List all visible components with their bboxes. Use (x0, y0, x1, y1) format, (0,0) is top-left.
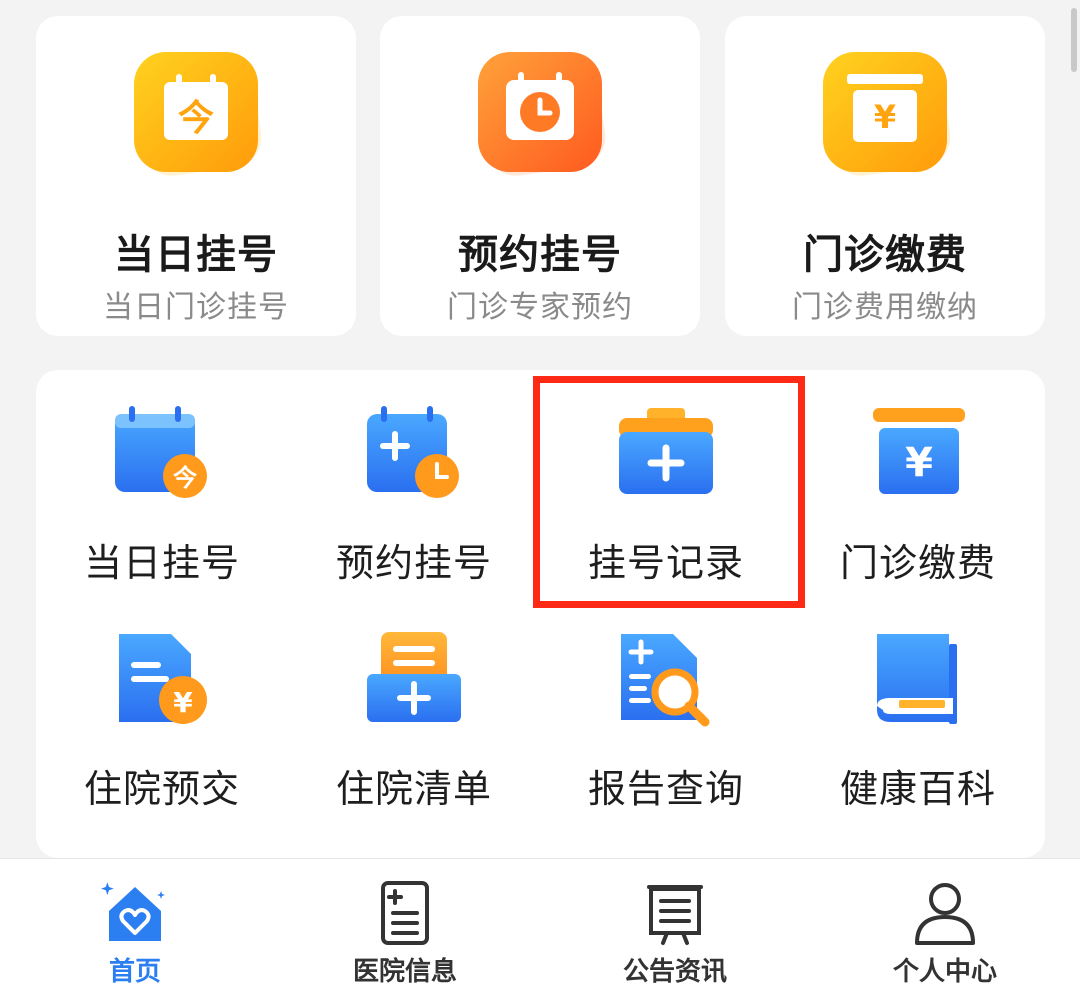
yuan-payment-icon: ¥ (873, 408, 965, 494)
nav-label: 个人中心 (892, 957, 997, 987)
svg-text:¥: ¥ (173, 686, 193, 719)
grid-label: 挂号记录 (587, 541, 744, 585)
nav-item-home[interactable]: 首页 (0, 859, 270, 988)
grid-label: 住院清单 (335, 767, 492, 811)
card-title: 门诊缴费 (803, 232, 967, 278)
nav-label: 首页 (108, 957, 161, 987)
nav-label: 公告资讯 (622, 957, 727, 987)
svg-text:今: 今 (178, 98, 214, 139)
top-card-today-registration[interactable]: 今 当日挂号 当日门诊挂号 (36, 16, 356, 336)
document-yuan-icon: ¥ (119, 634, 207, 724)
card-title: 当日挂号 (114, 232, 278, 278)
calendar-today-icon: 今 (115, 406, 207, 498)
grid-item-appointment-registration[interactable]: 预约挂号 (288, 370, 540, 590)
top-card-appointment-registration[interactable]: 预约挂号 门诊专家预约 (380, 16, 700, 336)
top-card-outpatient-payment[interactable]: ¥ 门诊缴费 门诊费用缴纳 (725, 16, 1045, 336)
svg-text:今: 今 (173, 464, 197, 492)
grid-label: 当日挂号 (83, 541, 240, 585)
grid-label: 门诊缴费 (839, 541, 996, 585)
grid-item-today-registration[interactable]: 今 当日挂号 (36, 370, 288, 590)
grid-label: 报告查询 (587, 767, 744, 811)
grid-label: 预约挂号 (335, 541, 492, 585)
bottom-nav: 首页 医院信息 公告资讯 个人中心 (0, 858, 1080, 988)
scrollbar[interactable] (1071, 8, 1077, 72)
grid-item-inpatient-list[interactable]: 住院清单 (288, 596, 540, 816)
announcement-board-icon (647, 885, 703, 945)
svg-text:¥: ¥ (874, 98, 896, 136)
payment-box-icon: ¥ (823, 52, 951, 176)
hospital-info-icon (381, 881, 429, 945)
nav-item-announcements[interactable]: 公告资讯 (540, 859, 810, 988)
book-icon (877, 634, 957, 724)
grid-item-health-encyclopedia[interactable]: 健康百科 (792, 596, 1044, 816)
calendar-today-icon: 今 (134, 52, 262, 176)
services-grid: 今 当日挂号 预约挂号 挂号记录 ¥ 门诊缴费 ¥ 住院预交 住院清单 报告查询… (36, 370, 1045, 858)
home-heart-icon (101, 882, 165, 941)
card-subtitle: 门诊费用缴纳 (792, 290, 978, 325)
grid-item-outpatient-payment[interactable]: ¥ 门诊缴费 (792, 370, 1044, 590)
list-add-icon (367, 632, 461, 722)
nav-item-hospital-info[interactable]: 医院信息 (270, 859, 540, 988)
grid-item-registration-records[interactable]: 挂号记录 (540, 370, 792, 590)
svg-text:¥: ¥ (905, 440, 933, 486)
calendar-clock-icon (478, 52, 606, 176)
grid-item-inpatient-deposit[interactable]: ¥ 住院预交 (36, 596, 288, 816)
grid-item-report-query[interactable]: 报告查询 (540, 596, 792, 816)
medical-kit-icon (619, 408, 713, 494)
grid-label: 住院预交 (83, 767, 240, 811)
card-subtitle: 门诊专家预约 (447, 290, 633, 325)
calendar-add-clock-icon (367, 406, 459, 498)
user-icon (915, 883, 975, 945)
report-search-icon (621, 634, 710, 727)
card-title: 预约挂号 (458, 232, 622, 278)
card-subtitle: 当日门诊挂号 (103, 290, 289, 325)
grid-label: 健康百科 (839, 767, 996, 811)
nav-item-profile[interactable]: 个人中心 (810, 859, 1080, 988)
nav-label: 医院信息 (352, 957, 457, 987)
